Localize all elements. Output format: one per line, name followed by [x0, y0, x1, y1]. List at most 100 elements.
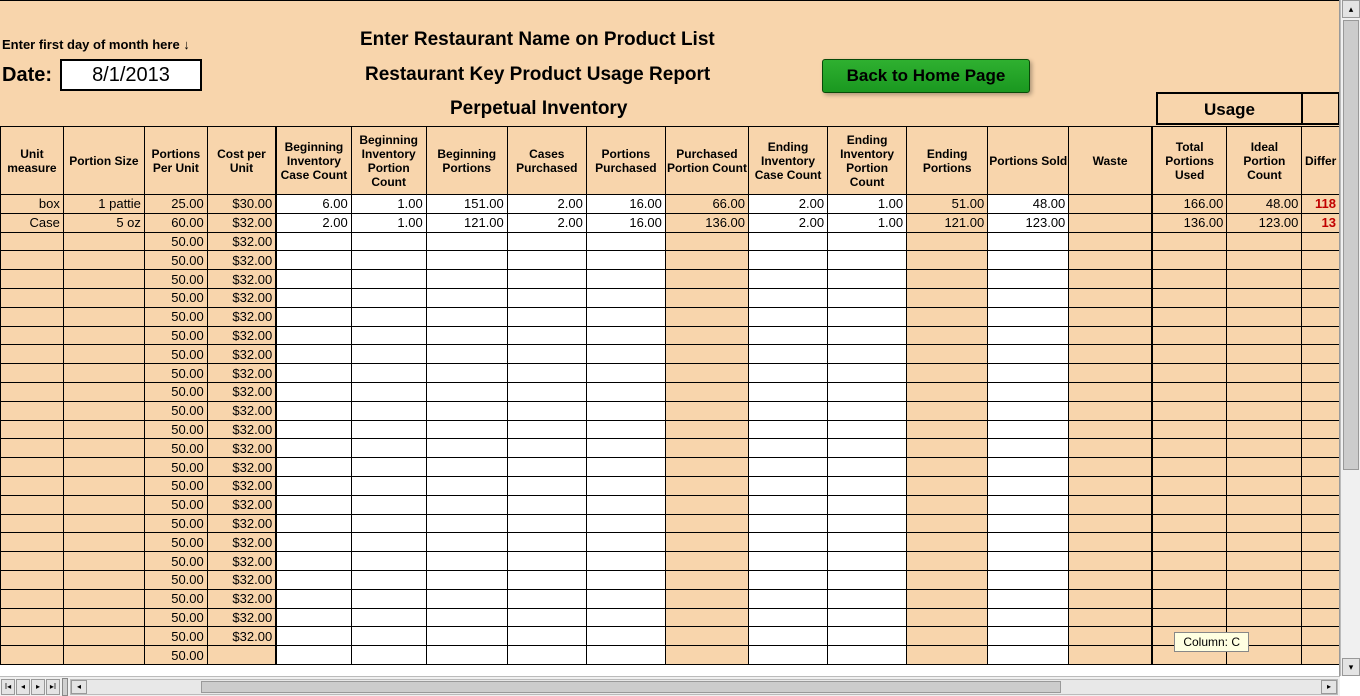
cell[interactable] — [426, 608, 507, 627]
cell[interactable] — [586, 589, 665, 608]
cell[interactable] — [426, 589, 507, 608]
cell[interactable] — [1227, 420, 1302, 439]
cell[interactable] — [1069, 195, 1152, 214]
cell[interactable] — [351, 364, 426, 383]
cell[interactable]: 50.00 — [144, 439, 207, 458]
cell[interactable] — [426, 232, 507, 251]
cell[interactable] — [1069, 495, 1152, 514]
cell[interactable]: $32.00 — [207, 307, 276, 326]
cell[interactable] — [276, 270, 351, 289]
cell[interactable] — [828, 458, 907, 477]
cell[interactable] — [426, 646, 507, 665]
cell[interactable]: 50.00 — [144, 288, 207, 307]
cell[interactable] — [665, 458, 748, 477]
cell[interactable] — [351, 627, 426, 646]
cell[interactable] — [1302, 420, 1340, 439]
cell[interactable] — [1069, 232, 1152, 251]
cell[interactable] — [351, 345, 426, 364]
cell[interactable] — [1227, 270, 1302, 289]
cell[interactable] — [907, 627, 988, 646]
cell[interactable] — [63, 345, 144, 364]
cell[interactable] — [426, 420, 507, 439]
cell[interactable]: $32.00 — [207, 627, 276, 646]
cell[interactable] — [988, 570, 1069, 589]
cell[interactable]: 50.00 — [144, 364, 207, 383]
cell[interactable] — [351, 570, 426, 589]
cell[interactable] — [507, 495, 586, 514]
cell[interactable]: 1.00 — [351, 213, 426, 232]
cell[interactable] — [1152, 382, 1227, 401]
cell[interactable]: 50.00 — [144, 232, 207, 251]
cell[interactable] — [586, 476, 665, 495]
cell[interactable]: $32.00 — [207, 364, 276, 383]
cell[interactable] — [207, 646, 276, 665]
cell[interactable] — [907, 345, 988, 364]
cell[interactable] — [276, 646, 351, 665]
cell[interactable] — [907, 476, 988, 495]
column-header[interactable]: Portions Purchased — [586, 127, 665, 195]
cell[interactable] — [426, 533, 507, 552]
cell[interactable]: $32.00 — [207, 251, 276, 270]
cell[interactable]: $32.00 — [207, 270, 276, 289]
cell[interactable] — [63, 270, 144, 289]
cell[interactable] — [351, 514, 426, 533]
cell[interactable] — [1302, 345, 1340, 364]
cell[interactable]: $32.00 — [207, 401, 276, 420]
cell[interactable] — [507, 627, 586, 646]
cell[interactable] — [1302, 382, 1340, 401]
cell[interactable] — [665, 382, 748, 401]
cell[interactable] — [665, 420, 748, 439]
cell[interactable] — [988, 627, 1069, 646]
cell[interactable] — [1, 627, 64, 646]
cell[interactable] — [828, 589, 907, 608]
cell[interactable] — [276, 439, 351, 458]
cell[interactable]: 16.00 — [586, 195, 665, 214]
column-header[interactable]: Portion Size — [63, 127, 144, 195]
cell[interactable] — [63, 251, 144, 270]
cell[interactable]: 50.00 — [144, 270, 207, 289]
cell[interactable] — [828, 533, 907, 552]
cell[interactable] — [1069, 589, 1152, 608]
cell[interactable] — [63, 552, 144, 571]
cell[interactable] — [1069, 420, 1152, 439]
cell[interactable] — [1152, 476, 1227, 495]
cell[interactable]: 50.00 — [144, 345, 207, 364]
cell[interactable]: 50.00 — [144, 420, 207, 439]
cell[interactable]: Case — [1, 213, 64, 232]
cell[interactable] — [749, 251, 828, 270]
cell[interactable]: $32.00 — [207, 514, 276, 533]
cell[interactable] — [586, 495, 665, 514]
cell[interactable] — [351, 401, 426, 420]
cell[interactable] — [1152, 420, 1227, 439]
cell[interactable] — [1302, 570, 1340, 589]
cell[interactable] — [586, 552, 665, 571]
cell[interactable] — [586, 570, 665, 589]
cell[interactable] — [507, 251, 586, 270]
cell[interactable]: 166.00 — [1152, 195, 1227, 214]
cell[interactable] — [1152, 570, 1227, 589]
cell[interactable] — [351, 533, 426, 552]
cell[interactable] — [276, 608, 351, 627]
split-handle[interactable] — [62, 678, 68, 696]
cell[interactable] — [907, 495, 988, 514]
cell[interactable] — [907, 270, 988, 289]
cell[interactable] — [665, 232, 748, 251]
cell[interactable] — [907, 288, 988, 307]
cell[interactable] — [988, 251, 1069, 270]
cell[interactable]: 50.00 — [144, 458, 207, 477]
cell[interactable] — [665, 345, 748, 364]
cell[interactable] — [1069, 552, 1152, 571]
cell[interactable] — [749, 326, 828, 345]
cell[interactable] — [665, 552, 748, 571]
cell[interactable] — [749, 495, 828, 514]
cell[interactable] — [828, 439, 907, 458]
cell[interactable] — [507, 476, 586, 495]
cell[interactable] — [1302, 288, 1340, 307]
cell[interactable] — [828, 232, 907, 251]
cell[interactable] — [1302, 476, 1340, 495]
cell[interactable] — [665, 608, 748, 627]
cell[interactable]: $32.00 — [207, 570, 276, 589]
cell[interactable] — [63, 288, 144, 307]
cell[interactable] — [988, 326, 1069, 345]
cell[interactable] — [1069, 382, 1152, 401]
